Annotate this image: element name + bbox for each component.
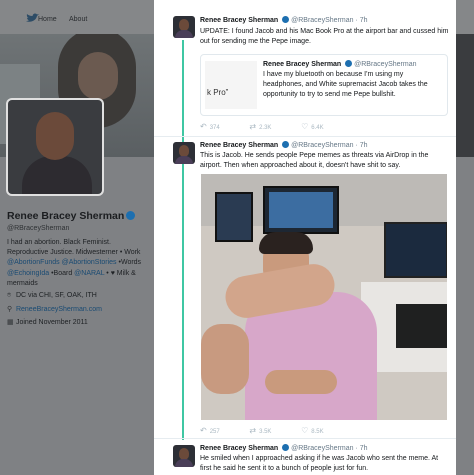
- tweet-author-name[interactable]: Renee Bracey Sherman: [200, 445, 278, 452]
- profile-name[interactable]: Renee Bracey Sherman: [7, 210, 136, 222]
- tweet-handle[interactable]: @RBraceySherman · 7h: [291, 17, 367, 24]
- avatar[interactable]: [173, 16, 195, 38]
- verified-badge-icon: [282, 141, 290, 148]
- tweet-handle[interactable]: @RBraceySherman · 7h: [291, 142, 367, 149]
- nav-home[interactable]: Home: [38, 16, 57, 23]
- like-icon: ♡: [301, 426, 309, 435]
- quoted-tweet-header: Renee Bracey Sherman @RBraceySherman: [263, 60, 417, 68]
- profile-sidebar: [0, 157, 154, 475]
- tweet-text: This is Jacob. He sends people Pepe meme…: [200, 152, 429, 169]
- retweet-icon: ⇄: [249, 122, 257, 131]
- location-icon: ⌾: [7, 292, 12, 299]
- calendar-icon: ▦: [7, 319, 14, 326]
- bio-link[interactable]: @AbortionFunds: [7, 259, 60, 266]
- retweet-icon: ⇄: [249, 426, 257, 435]
- retweet-button[interactable]: ⇄ 3.5K: [249, 426, 285, 435]
- link-icon: ⚲: [7, 306, 13, 313]
- divider: [154, 136, 456, 137]
- verified-badge-icon: [126, 211, 136, 220]
- bio-link[interactable]: @EchoingIda: [7, 270, 49, 277]
- tweet-text: He smiled when I approached asking if he…: [200, 455, 439, 472]
- profile-location: ⌾ DC via CHI, SF, OAK, ITH: [7, 292, 97, 299]
- thread-connector-line: [182, 40, 184, 440]
- bio-link[interactable]: @NARAL: [74, 270, 104, 277]
- tweet-actions: ↶ 374 ⇄ 2.3K ♡ 6.4K: [200, 122, 352, 131]
- tweet-header: Renee Bracey Sherman @RBraceySherman · 7…: [200, 444, 367, 452]
- tweet-author-name[interactable]: Renee Bracey Sherman: [200, 142, 278, 149]
- reply-icon: ↶: [200, 426, 207, 435]
- like-button[interactable]: ♡ 6.4K: [301, 122, 338, 131]
- bio-link[interactable]: @AbortionStories: [62, 259, 117, 266]
- tweet-actions: ↶ 257 ⇄ 3.5K ♡ 8.5K: [200, 426, 352, 435]
- like-icon: ♡: [301, 122, 309, 131]
- profile-website[interactable]: ⚲ ReneeBraceySherman.com: [7, 305, 102, 313]
- reply-button[interactable]: ↶ 374: [200, 122, 234, 131]
- avatar[interactable]: [173, 445, 195, 467]
- divider: [154, 438, 456, 439]
- profile-handle[interactable]: @RBraceySherman: [7, 225, 69, 232]
- tweet-photo[interactable]: [201, 174, 447, 420]
- tweet-header: Renee Bracey Sherman @RBraceySherman · 7…: [200, 16, 367, 24]
- nav-about[interactable]: About: [69, 16, 87, 23]
- reply-button[interactable]: ↶ 257: [200, 426, 234, 435]
- verified-badge-icon: [345, 60, 353, 67]
- conversation-panel: Renee Bracey Sherman @RBraceySherman · 7…: [154, 0, 456, 475]
- profile-bio: I had an abortion. Black Feminist. Repro…: [7, 239, 142, 287]
- reply-icon: ↶: [200, 122, 207, 131]
- quoted-tweet-image: k Pro”: [205, 61, 257, 109]
- quoted-tweet[interactable]: k Pro” Renee Bracey Sherman @RBraceySher…: [200, 54, 448, 116]
- profile-joined: ▦ Joined November 2011: [7, 319, 88, 326]
- profile-avatar[interactable]: [6, 98, 104, 196]
- tweet-handle[interactable]: @RBraceySherman · 7h: [291, 445, 367, 452]
- retweet-button[interactable]: ⇄ 2.3K: [249, 122, 285, 131]
- verified-badge-icon: [282, 444, 290, 451]
- tweet-header: Renee Bracey Sherman @RBraceySherman · 7…: [200, 141, 367, 149]
- tweet-text: UPDATE: I found Jacob and his Mac Book P…: [200, 28, 449, 45]
- verified-badge-icon: [282, 16, 290, 23]
- tweet-author-name[interactable]: Renee Bracey Sherman: [200, 17, 278, 24]
- avatar[interactable]: [173, 142, 195, 164]
- quoted-tweet-text: I have my bluetooth on because I'm using…: [263, 71, 428, 98]
- like-button[interactable]: ♡ 8.5K: [301, 426, 338, 435]
